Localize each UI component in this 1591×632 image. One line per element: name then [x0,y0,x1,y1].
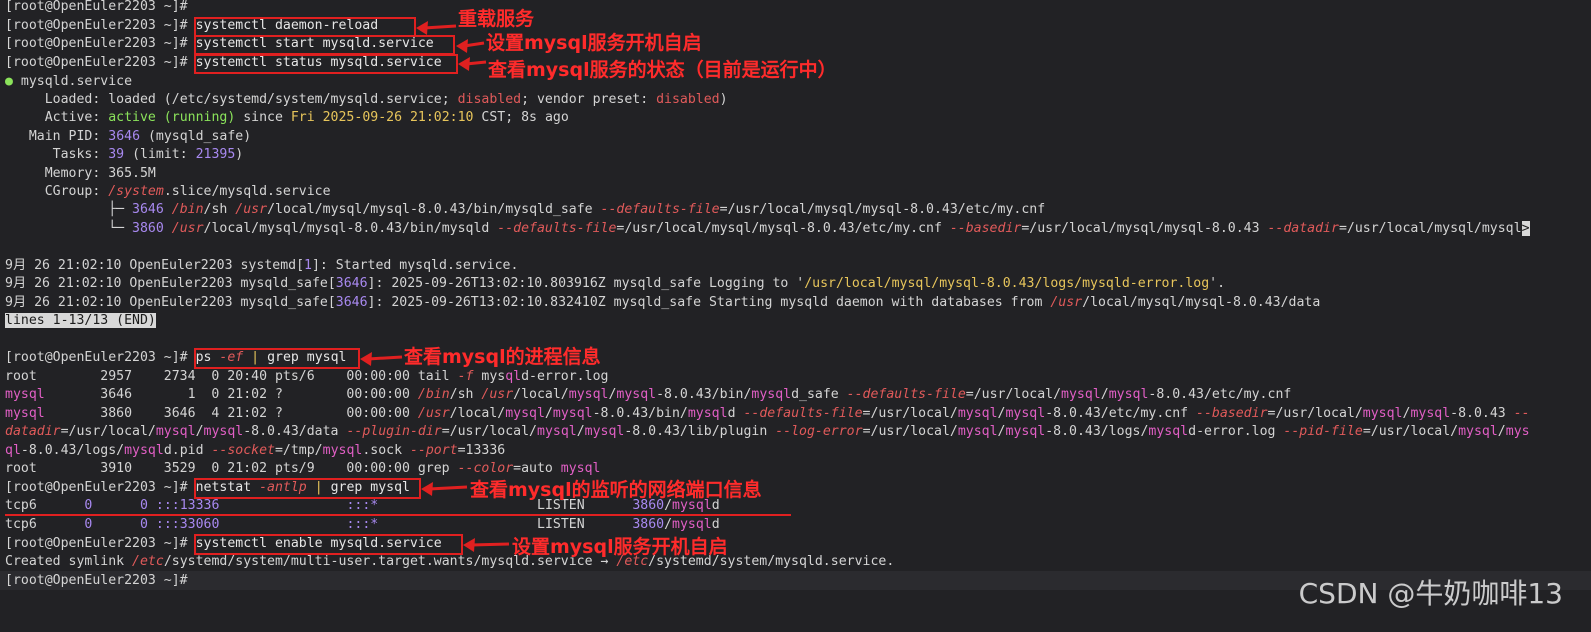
pager-status: lines 1-13/13 (END) [5,313,156,328]
ps-row: root 3910 3529 0 21:02 pts/9 00:00:00 gr… [5,461,601,476]
annotation-label: 查看mysql的监听的网络端口信息 [470,479,762,501]
arrow-left-icon [421,482,468,496]
symlink-line: Created symlink /etc/systemd/system/mult… [5,554,895,569]
ps-row-continued: ql-8.0.43/logs/mysqld.pid --socket=/tmp/… [5,443,506,458]
arrow-left-icon [360,352,403,366]
status-loaded-line: Loaded: loaded (/etc/systemd/system/mysq… [44,92,728,107]
watermark: CSDN @牛奶咖啡13 [1298,577,1563,610]
ps-row-continued: datadir=/usr/local/mysql/mysql-8.0.43/da… [5,424,1530,439]
arrow-left-icon [463,538,510,552]
highlight-box [194,478,421,499]
status-unit-line: ● mysqld.service [5,74,133,89]
status-tasks-line: Tasks: 39 (limit: 21395) [52,147,244,162]
terminal-window[interactable]: [root@OpenEuler2203 ~]# [root@OpenEuler2… [0,0,1591,632]
highlight-box [194,54,458,74]
highlight-underline [5,514,791,516]
annotation-label: 重载服务 [458,8,535,30]
journal-line: 9月 26 21:02:10 OpenEuler2203 systemd[1]:… [5,258,519,273]
ps-row: mysql 3860 3646 4 21:02 ? 00:00:00 /usr/… [5,406,1530,421]
arrow-left-icon [416,21,457,35]
arrow-left-icon [458,57,487,71]
highlight-box [194,534,463,555]
status-active-line: Active: active (running) since Fri 2025-… [44,110,569,125]
cgroup-process-line: ├─ 3646 /bin/sh /usr/local/mysql/mysql-8… [5,202,1046,217]
annotation-label: 查看mysql的进程信息 [404,346,601,368]
status-pid-line: Main PID: 3646 (mysqld_safe) [28,129,252,144]
status-memory-line: Memory: 365.5M [44,166,156,181]
annotation-label: 设置mysql服务开机自启 [512,536,728,558]
annotation-label: 查看mysql服务的状态（目前是运行中） [488,59,837,81]
ps-row: mysql 3646 1 0 21:02 ? 00:00:00 /bin/sh … [5,387,1292,402]
journal-line: 9月 26 21:02:10 OpenEuler2203 mysqld_safe… [5,276,1226,291]
status-cgroup-line: CGroup: /system.slice/mysqld.service [44,184,331,199]
annotation-label: 设置mysql服务开机自启 [486,32,702,54]
highlight-box [194,17,416,37]
ps-row: root 2957 2734 0 20:40 pts/6 00:00:00 ta… [5,369,609,384]
terminal-line: [root@OpenEuler2203 ~]# [5,0,196,14]
terminal-input-line[interactable]: [root@OpenEuler2203 ~]# [5,572,196,590]
status-dot-icon: ● [5,74,13,89]
cgroup-process-line: └─ 3860 /usr/local/mysql/mysql-8.0.43/bi… [5,221,1530,236]
journal-line: 9月 26 21:02:10 OpenEuler2203 mysqld_safe… [5,295,1321,310]
highlight-box [194,348,360,369]
netstat-row: tcp6 0 0 :::33060 :::* LISTEN 3860/mysql… [5,517,720,532]
